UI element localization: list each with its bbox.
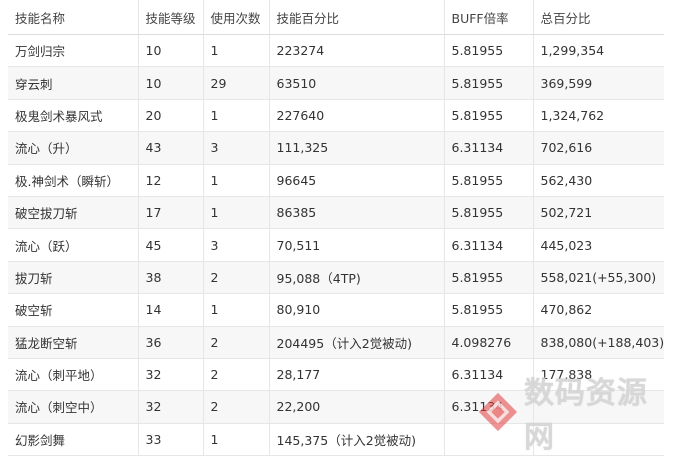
cell-skill-name: 破空拔刀斩: [8, 196, 138, 230]
cell-buff-multiplier: 5.81955: [443, 34, 533, 68]
table-row: 幻影剑舞 33 1 145,375（计入2觉被动): [8, 423, 664, 456]
table-row: 破空斩 14 1 80,910 5.81955 470,862: [8, 293, 664, 327]
cell-buff-multiplier: 5.81955: [443, 261, 533, 295]
cell-total-percent: 702,616: [532, 131, 664, 165]
cell-buff-multiplier: 6.31134: [443, 228, 533, 262]
table-row: 拔刀斩 38 2 95,088（4TP) 5.81955 558,021(+55,300): [8, 261, 664, 295]
cell-skill-name: 穿云刺: [8, 66, 138, 100]
cell-skill-percent: 95,088（4TP): [268, 261, 444, 295]
cell-skill-level: 38: [137, 261, 203, 295]
cell-buff-multiplier: 5.81955: [443, 99, 533, 133]
cell-total-percent: 838,080(+188,403): [532, 326, 664, 359]
cell-skill-name: 极鬼剑术暴风式: [8, 99, 138, 133]
cell-skill-percent: 80,910: [268, 293, 444, 327]
cell-skill-percent: 28,177: [268, 358, 444, 392]
cell-buff-multiplier: 6.31134: [443, 131, 533, 165]
table-row: 破空拔刀斩 17 1 86385 5.81955 502,721: [8, 196, 664, 230]
cell-skill-level: 32: [137, 390, 203, 424]
cell-skill-name: 流心（跃）: [8, 228, 138, 262]
cell-use-count: 1: [202, 164, 269, 197]
col-skill-level: 技能等级: [137, 0, 203, 35]
cell-skill-level: 45: [137, 228, 203, 262]
cell-skill-name: 流心（刺平地）: [8, 358, 138, 392]
cell-use-count: 3: [202, 228, 269, 262]
cell-total-percent: 369,599: [532, 66, 664, 100]
cell-buff-multiplier: 6.31134: [443, 390, 533, 424]
cell-skill-percent: 227640: [268, 99, 444, 133]
cell-skill-percent: 223274: [268, 34, 444, 68]
table-row: 猛龙断空斩 36 2 204495（计入2觉被动) 4.098276 838,080(+1…: [8, 326, 664, 359]
col-buff-multiplier: BUFF倍率: [443, 0, 533, 35]
cell-total-percent: 1,324,762: [532, 99, 664, 133]
table-row: 极.神剑术（瞬斩） 12 1 96645 5.81955 562,430: [8, 164, 664, 197]
cell-skill-level: 36: [137, 326, 203, 359]
cell-skill-percent: 96645: [268, 164, 444, 197]
table-row: 穿云刺 10 29 63510 5.81955 369,599: [8, 66, 664, 100]
cell-use-count: 1: [202, 196, 269, 230]
cell-total-percent: 1,299,354: [532, 34, 664, 68]
cell-skill-name: 破空斩: [8, 293, 138, 327]
cell-total-percent: 502,721: [532, 196, 664, 230]
header-row: 技能名称 技能等级 使用次数 技能百分比 BUFF倍率 总百分比: [8, 0, 664, 35]
table-row: 流心（跃） 45 3 70,511 6.31134 445,023: [8, 228, 664, 262]
table-row: 万剑归宗 10 1 223274 5.81955 1,299,354: [8, 34, 664, 68]
cell-use-count: 1: [202, 99, 269, 133]
col-skill-name: 技能名称: [8, 0, 138, 35]
cell-total-percent: 177,838: [532, 358, 664, 392]
skill-damage-table: 技能名称 技能等级 使用次数 技能百分比 BUFF倍率 总百分比 万剑归宗 10 1…: [8, 0, 664, 456]
cell-total-percent: 445,023: [532, 228, 664, 262]
cell-skill-name: 猛龙断空斩: [8, 326, 138, 359]
table-row: 流心（刺平地） 32 2 28,177 6.31134 177,838: [8, 358, 664, 392]
cell-use-count: 3: [202, 131, 269, 165]
cell-skill-level: 43: [137, 131, 203, 165]
cell-skill-name: 极.神剑术（瞬斩）: [8, 164, 138, 197]
cell-skill-name: 流心（升）: [8, 131, 138, 165]
cell-total-percent: 558,021(+55,300): [532, 261, 664, 295]
cell-use-count: 2: [202, 390, 269, 424]
cell-skill-name: 幻影剑舞: [8, 423, 138, 456]
cell-skill-level: 10: [137, 66, 203, 100]
cell-skill-percent: 22,200: [268, 390, 444, 424]
col-skill-percent: 技能百分比: [268, 0, 444, 35]
cell-use-count: 2: [202, 326, 269, 359]
cell-use-count: 29: [202, 66, 269, 100]
cell-buff-multiplier: 5.81955: [443, 66, 533, 100]
cell-skill-level: 12: [137, 164, 203, 197]
cell-buff-multiplier: 5.81955: [443, 164, 533, 197]
cell-skill-name: 万剑归宗: [8, 34, 138, 68]
cell-total-percent: [532, 423, 664, 456]
cell-skill-percent: 204495（计入2觉被动): [268, 326, 444, 359]
cell-buff-multiplier: 5.81955: [443, 196, 533, 230]
cell-skill-level: 14: [137, 293, 203, 327]
table-row: 流心（刺空中） 32 2 22,200 6.31134: [8, 390, 664, 424]
cell-skill-level: 20: [137, 99, 203, 133]
cell-total-percent: 562,430: [532, 164, 664, 197]
table-row: 流心（升） 43 3 111,325 6.31134 702,616: [8, 131, 664, 165]
cell-buff-multiplier: 6.31134: [443, 358, 533, 392]
cell-skill-percent: 63510: [268, 66, 444, 100]
cell-use-count: 1: [202, 34, 269, 68]
cell-skill-level: 32: [137, 358, 203, 392]
table-row: 极鬼剑术暴风式 20 1 227640 5.81955 1,324,762: [8, 99, 664, 133]
cell-skill-percent: 86385: [268, 196, 444, 230]
cell-skill-name: 拔刀斩: [8, 261, 138, 295]
cell-use-count: 2: [202, 261, 269, 295]
cell-use-count: 2: [202, 358, 269, 392]
cell-skill-name: 流心（刺空中）: [8, 390, 138, 424]
col-total-percent: 总百分比: [532, 0, 664, 35]
col-use-count: 使用次数: [202, 0, 269, 35]
cell-buff-multiplier: 4.098276: [443, 326, 533, 359]
cell-skill-percent: 70,511: [268, 228, 444, 262]
cell-use-count: 1: [202, 293, 269, 327]
cell-skill-percent: 145,375（计入2觉被动): [268, 423, 444, 456]
cell-total-percent: 470,862: [532, 293, 664, 327]
cell-buff-multiplier: 5.81955: [443, 293, 533, 327]
cell-skill-percent: 111,325: [268, 131, 444, 165]
cell-use-count: 1: [202, 423, 269, 456]
cell-buff-multiplier: [443, 423, 533, 456]
cell-skill-level: 17: [137, 196, 203, 230]
cell-skill-level: 10: [137, 34, 203, 68]
cell-total-percent: [532, 390, 664, 424]
cell-skill-level: 33: [137, 423, 203, 456]
